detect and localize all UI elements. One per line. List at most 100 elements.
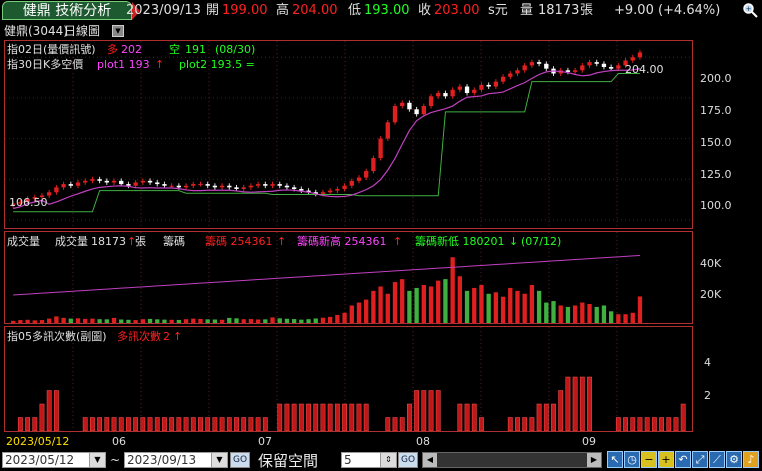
- cursor-icon[interactable]: ↖: [607, 451, 623, 468]
- ytick-125: 125.0: [700, 168, 732, 181]
- volume-bar: [515, 290, 520, 323]
- candle-body: [133, 182, 138, 186]
- volume-bar: [616, 314, 621, 323]
- low-label: 低: [348, 3, 362, 18]
- candle-body: [428, 96, 434, 107]
- signal-bar: [313, 403, 319, 431]
- chevron-down-icon[interactable]: ▼: [89, 453, 105, 467]
- candle-body: [155, 182, 160, 185]
- volume-bar: [104, 319, 109, 323]
- horizontal-scrollbar[interactable]: ◀ ▶: [422, 452, 602, 468]
- unit-label: s元: [488, 3, 508, 18]
- signal-bar: [262, 417, 268, 431]
- volume-panel-name: 成交量: [7, 235, 40, 248]
- signal-bar: [255, 417, 261, 431]
- volume-bar: [39, 320, 45, 323]
- candle-body: [68, 184, 73, 186]
- volume-bar: [436, 280, 441, 323]
- candle-body: [421, 106, 426, 115]
- volume-bar: [443, 279, 448, 323]
- signal-bar: [479, 417, 484, 431]
- end-date-select[interactable]: 2023/09/13 ▼: [124, 452, 228, 468]
- signal-bar: [515, 417, 520, 431]
- stepper-arrows-icon[interactable]: ⇕: [380, 453, 396, 467]
- candle-body: [385, 122, 390, 139]
- ma-green-line: [13, 73, 640, 213]
- period-label[interactable]: 日線圖: [64, 23, 100, 39]
- signal-bar: [349, 403, 355, 431]
- signal-bar: [421, 390, 427, 431]
- volume-bar: [241, 319, 246, 323]
- signal-bar: [198, 417, 203, 431]
- candle-body: [328, 190, 333, 193]
- signal-panel: 指05多訊次數(副圖) 多訊次數 2 ↑: [4, 326, 693, 432]
- high-marker: 204.00: [625, 63, 664, 76]
- header-date: 2023/09/13: [126, 3, 201, 18]
- clock-icon[interactable]: ◷: [624, 451, 640, 468]
- draw-line-icon[interactable]: ⟋: [709, 451, 725, 468]
- candle-body: [580, 65, 585, 71]
- candle-body: [601, 63, 607, 68]
- go-button[interactable]: GO: [230, 452, 250, 468]
- volume-bar: [536, 290, 542, 323]
- scroll-left-icon[interactable]: ◀: [423, 453, 437, 467]
- candle-body: [522, 65, 527, 71]
- zoom-in-icon[interactable]: +: [658, 451, 674, 468]
- volume-bar: [464, 290, 470, 323]
- signal-bar: [82, 417, 88, 431]
- volume-bar: [32, 320, 37, 323]
- signal-bar: [226, 417, 232, 431]
- ytick-200: 200.0: [700, 72, 732, 85]
- settings-icon[interactable]: ⚙: [726, 451, 742, 468]
- volume-bar: [414, 287, 419, 323]
- signal-up-icon: ↑: [173, 330, 183, 343]
- signal-bar: [565, 376, 571, 431]
- low-marker: 106.50: [9, 196, 48, 209]
- volume-bar: [205, 319, 210, 323]
- signal-bar: [162, 417, 167, 431]
- signal-bar: [306, 403, 311, 431]
- go-button-2[interactable]: GO: [398, 452, 418, 468]
- volume-panel: 成交量 成交量 18173 ↑ 張 籌碼 籌碼 254361 ↑ 籌碼新高 25…: [4, 231, 693, 324]
- candle-body: [529, 62, 535, 66]
- scroll-right-icon[interactable]: ▶: [587, 453, 601, 467]
- volume-bar: [407, 290, 412, 323]
- signal-bar: [104, 417, 110, 431]
- candle-body: [111, 180, 117, 183]
- date-range-tilde: ~: [110, 453, 121, 467]
- volume-bar: [147, 318, 153, 323]
- volume-bar: [90, 318, 95, 323]
- zoom-icon[interactable]: +: [742, 2, 758, 18]
- app-tab[interactable]: 健鼎 技術分析: [2, 1, 132, 20]
- volume-bar: [457, 276, 463, 323]
- ytick-150: 150.0: [700, 136, 732, 149]
- volume-bar: [371, 290, 376, 323]
- undo-icon[interactable]: ↶: [675, 451, 691, 468]
- zoom-out-icon[interactable]: −: [641, 451, 657, 468]
- volume-bar: [601, 305, 607, 323]
- volume-bar: [356, 302, 362, 323]
- chips-label: 籌碼: [163, 235, 185, 248]
- dropdown-icon[interactable]: ▼: [112, 25, 124, 37]
- candle-body: [392, 106, 398, 123]
- signal-bar: [140, 417, 146, 431]
- chevron-down-icon[interactable]: ▼: [211, 453, 227, 467]
- start-date-select[interactable]: 2023/05/12 ▼: [2, 452, 106, 468]
- volume-bar: [183, 319, 189, 323]
- volume-bar: [508, 287, 513, 323]
- candle-body: [54, 187, 59, 193]
- fit-icon[interactable]: ⤢: [692, 451, 708, 468]
- candle-body: [205, 184, 210, 186]
- signal-bar: [320, 403, 326, 431]
- volume-bar: [565, 306, 571, 323]
- reserve-space-stepper[interactable]: 5 ⇕: [341, 452, 397, 468]
- candle-body: [140, 180, 146, 183]
- candle-body: [119, 180, 124, 185]
- chips-value: 籌碼 254361: [205, 235, 273, 248]
- signal-bar: [428, 390, 434, 431]
- signal-bar: [623, 417, 628, 431]
- signal-bar: [673, 417, 679, 431]
- signal-bar: [414, 390, 420, 431]
- candle-body: [90, 179, 95, 181]
- alert-bell-icon[interactable]: ♪: [743, 451, 759, 468]
